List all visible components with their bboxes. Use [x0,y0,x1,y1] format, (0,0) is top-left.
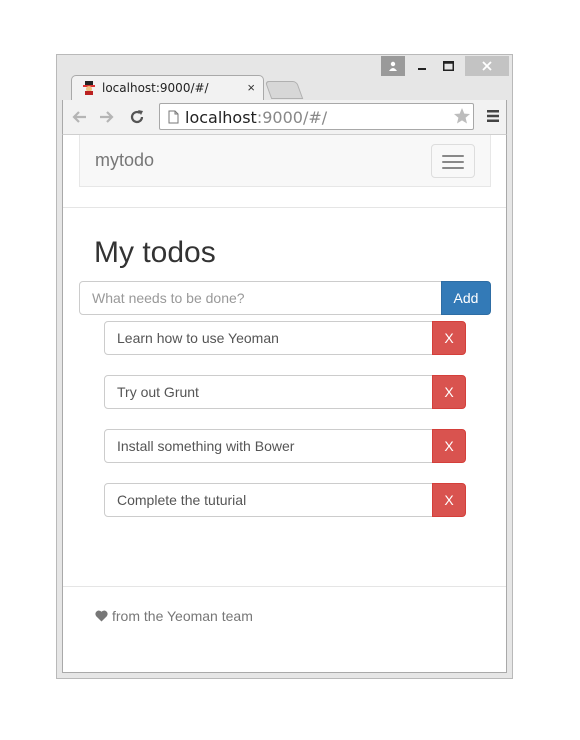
toggle-bar [442,167,464,169]
todo-text-input[interactable] [104,321,433,355]
todo-item: X [104,321,466,355]
url-host: localhost [185,108,257,127]
footer: from the Yeoman team [95,608,253,624]
delete-todo-button[interactable]: X [432,483,466,517]
navbar-brand[interactable]: mytodo [95,150,154,171]
delete-todo-button[interactable]: X [432,375,466,409]
menu-icon[interactable] [486,109,500,128]
heart-icon [95,610,108,622]
divider [63,207,506,208]
page-title: My todos [94,236,216,269]
todo-text-input[interactable] [104,483,433,517]
url-text: localhost:9000/#/ [185,108,327,127]
footer-text: from the Yeoman team [112,608,253,624]
address-bar[interactable]: localhost:9000/#/ [159,103,474,130]
star-icon[interactable] [453,107,471,130]
tab-close-icon[interactable]: × [247,80,255,95]
user-icon[interactable] [381,56,405,76]
navbar-toggle-button[interactable] [431,144,475,178]
navbar: mytodo [79,135,491,187]
todo-text-input[interactable] [104,429,433,463]
delete-todo-button[interactable]: X [432,321,466,355]
browser-tab[interactable]: localhost:9000/#/ × [71,75,264,101]
todo-text-input[interactable] [104,375,433,409]
window-controls [381,56,509,76]
todo-item: X [104,429,466,463]
reload-icon[interactable] [127,108,147,126]
new-tab-button[interactable] [264,81,304,99]
todo-item: X [104,375,466,409]
close-window-icon[interactable] [465,56,509,76]
toggle-bar [442,155,464,157]
browser-toolbar: localhost:9000/#/ [62,100,507,134]
todo-item: X [104,483,466,517]
page-viewport: mytodo My todos Add X X X X [62,134,507,673]
forward-arrow-icon[interactable] [97,108,117,126]
divider [63,586,506,587]
add-todo-form: Add [79,281,491,315]
back-arrow-icon[interactable] [69,108,89,126]
yeoman-favicon [82,81,96,95]
maximize-icon[interactable] [435,56,461,76]
toggle-bar [442,161,464,163]
tab-title: localhost:9000/#/ [102,81,209,95]
browser-window: localhost:9000/#/ × localhost:9000/#/ my… [56,54,513,679]
add-button[interactable]: Add [441,281,491,315]
delete-todo-button[interactable]: X [432,429,466,463]
new-todo-input[interactable] [79,281,442,315]
url-rest: :9000/#/ [256,108,328,127]
minimize-icon[interactable] [409,56,435,76]
page-icon [168,110,179,129]
